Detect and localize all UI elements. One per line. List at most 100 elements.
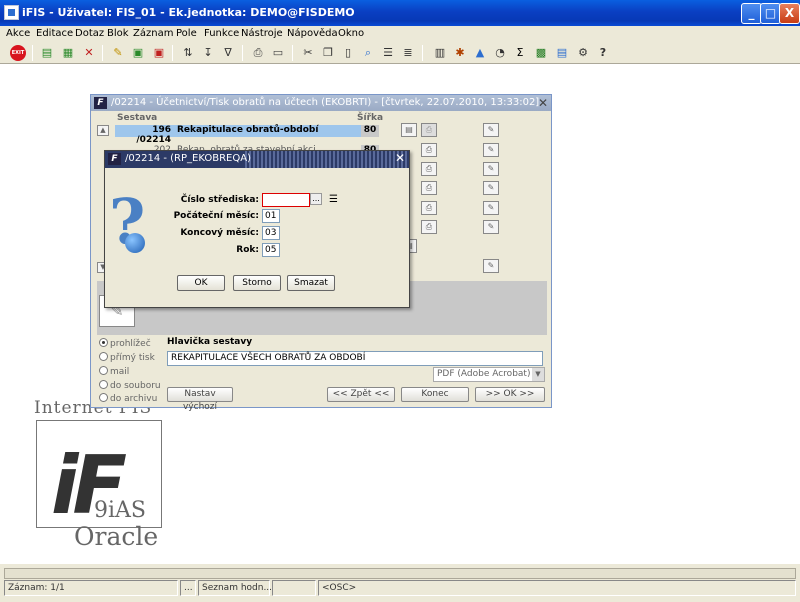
message-line <box>4 568 796 579</box>
radio-primy-tisk[interactable]: přímý tisk <box>99 352 155 363</box>
report-width: 80 <box>361 125 379 137</box>
lov-button[interactable]: ... <box>310 193 322 205</box>
paste-icon[interactable]: ▯ <box>340 45 356 61</box>
settings-icon[interactable]: ✱ <box>452 45 468 61</box>
toolbar-separator <box>172 45 173 61</box>
dialog-close-icon[interactable]: ✕ <box>395 151 405 165</box>
dialog-title-bar[interactable]: F /02214 - (RP_EKOBREQA) ✕ <box>105 151 409 168</box>
list-icon[interactable]: ☰ <box>329 193 341 207</box>
sum-icon[interactable]: Σ <box>512 45 528 61</box>
end-button[interactable]: Konec <box>401 387 469 402</box>
toolbar-separator <box>102 45 103 61</box>
tools-icon[interactable]: ⚙ <box>575 45 591 61</box>
report-print-icon[interactable]: ⎙ <box>421 162 437 176</box>
report-form-close-icon[interactable]: ✕ <box>538 96 548 110</box>
window-title-bar[interactable]: iFIS - Uživatel: FIS_01 - Ek.jednotka: D… <box>0 0 800 26</box>
ok-forward-button[interactable]: >> OK >> <box>475 387 545 402</box>
report-detail-icon[interactable]: ▤ <box>401 123 417 137</box>
column-header-sestava: Sestava <box>117 113 158 123</box>
report-edit-icon[interactable]: ✎ <box>483 143 499 157</box>
excel-icon[interactable]: ▩ <box>533 45 549 61</box>
input-koncovy-mesic[interactable]: 03 <box>262 226 280 240</box>
status-osc: <OSC> <box>318 580 796 596</box>
input-cislo-strediska[interactable] <box>262 193 310 207</box>
cut-icon[interactable]: ✂ <box>300 45 316 61</box>
report-edit-icon[interactable]: ✎ <box>483 201 499 215</box>
report-print-icon[interactable]: ⎙ <box>421 220 437 234</box>
menu-nastroje[interactable]: Nástroje <box>241 28 283 39</box>
radio-do-archivu[interactable]: do archivu <box>99 393 157 404</box>
input-pocatecni-mesic[interactable]: 01 <box>262 209 280 223</box>
query-icon[interactable]: ✎ <box>110 45 126 61</box>
print-icon[interactable]: ⎙ <box>250 45 266 61</box>
list-edit-icon[interactable]: ≣ <box>400 45 416 61</box>
input-rok[interactable]: 05 <box>262 243 280 257</box>
sort-desc-icon[interactable]: ↧ <box>200 45 216 61</box>
execute-query-icon[interactable]: ▣ <box>130 45 146 61</box>
report-print-icon[interactable]: ⎙ <box>421 201 437 215</box>
report-print-icon[interactable]: ⎙ <box>421 181 437 195</box>
filter-icon[interactable]: ∇ <box>220 45 236 61</box>
toolbar-separator <box>292 45 293 61</box>
menu-okno[interactable]: Okno <box>338 28 364 39</box>
menu-pole[interactable]: Pole <box>176 28 197 39</box>
page-icon[interactable]: ▭ <box>270 45 286 61</box>
menu-zaznam[interactable]: Záznam <box>133 28 173 39</box>
export-icon[interactable]: ▤ <box>554 45 570 61</box>
calendar-icon[interactable]: ▥ <box>432 45 448 61</box>
ok-button[interactable]: OK <box>177 275 225 291</box>
list-icon[interactable]: ☰ <box>380 45 396 61</box>
find-icon[interactable]: ⌕ <box>360 45 376 61</box>
print-record-icon[interactable]: ▦ <box>60 45 76 61</box>
menu-napoveda[interactable]: Nápověda <box>287 28 338 39</box>
storno-button[interactable]: Storno <box>233 275 281 291</box>
header-input[interactable]: REKAPITULACE VŠECH OBRATŮ ZA OBDOBÍ <box>167 351 543 366</box>
close-button[interactable]: X <box>779 3 800 24</box>
smazat-button[interactable]: Smazat <box>287 275 335 291</box>
radio-dot-icon <box>99 366 108 375</box>
exit-icon[interactable]: EXIT <box>10 45 26 61</box>
report-edit-icon[interactable]: ✎ <box>483 220 499 234</box>
report-edit-icon[interactable]: ✎ <box>483 123 499 137</box>
back-button[interactable]: << Zpět << <box>327 387 395 402</box>
radio-do-souboru[interactable]: do souboru <box>99 380 161 391</box>
menu-blok[interactable]: Blok <box>107 28 129 39</box>
radio-prohlizec[interactable]: prohlížeč <box>99 338 151 349</box>
report-edit-icon[interactable]: ✎ <box>483 259 499 273</box>
maximize-button[interactable]: □ <box>760 3 781 24</box>
radio-mail[interactable]: mail <box>99 366 129 377</box>
help-icon[interactable]: ? <box>595 45 611 61</box>
scroll-up-icon[interactable]: ▲ <box>97 125 109 136</box>
dialog-title: /02214 - (RP_EKOBREQA) <box>125 153 251 164</box>
triangle-icon[interactable]: ▲ <box>472 45 488 61</box>
report-edit-icon[interactable]: ✎ <box>483 162 499 176</box>
set-defaults-button[interactable]: Nastav výchozí <box>167 387 233 412</box>
menu-akce[interactable]: Akce <box>6 28 30 39</box>
format-select[interactable]: PDF (Adobe Acrobat) ▼ <box>433 367 545 382</box>
delete-record-icon[interactable]: ✕ <box>81 45 97 61</box>
minimize-button[interactable]: _ <box>741 3 762 24</box>
copy-icon[interactable]: ❐ <box>320 45 336 61</box>
menu-dotaz[interactable]: Dotaz <box>75 28 104 39</box>
radio-label: prohlížeč <box>110 339 151 349</box>
menu-editace[interactable]: Editace <box>36 28 73 39</box>
status-record: Záznam: 1/1 <box>4 580 178 596</box>
report-print-icon[interactable]: ⎙ <box>421 143 437 157</box>
menu-funkce[interactable]: Funkce <box>204 28 239 39</box>
radio-dot-icon <box>99 393 108 402</box>
save-icon[interactable]: ▤ <box>39 45 55 61</box>
report-edit-icon[interactable]: ✎ <box>483 181 499 195</box>
toolbar-separator <box>242 45 243 61</box>
report-form-title: /02214 - Účetnictví/Tisk obratů na účtec… <box>111 97 540 108</box>
toolbar: EXIT ▤ ▦ ✕ ✎ ▣ ▣ ⇅ ↧ ∇ ⎙ ▭ ✂ ❐ ▯ ⌕ ☰ ≣ ▥… <box>0 42 800 64</box>
menu-bar: Akce Editace Dotaz Blok Záznam Pole Funk… <box>0 26 800 42</box>
cancel-query-icon[interactable]: ▣ <box>151 45 167 61</box>
sort-icon[interactable]: ⇅ <box>180 45 196 61</box>
radio-dot-icon <box>99 352 108 361</box>
table-row[interactable]: 196 /02214 Rekapitulace obratů-období <box>115 125 379 145</box>
column-header-sirka: Šířka <box>357 113 384 123</box>
clock-icon[interactable]: ◔ <box>492 45 508 61</box>
logo-text-oracle: Oracle <box>74 522 159 551</box>
window-title: iFIS - Uživatel: FIS_01 - Ek.jednotka: D… <box>22 6 355 19</box>
report-form-title-bar[interactable]: F /02214 - Účetnictví/Tisk obratů na účt… <box>91 95 551 111</box>
